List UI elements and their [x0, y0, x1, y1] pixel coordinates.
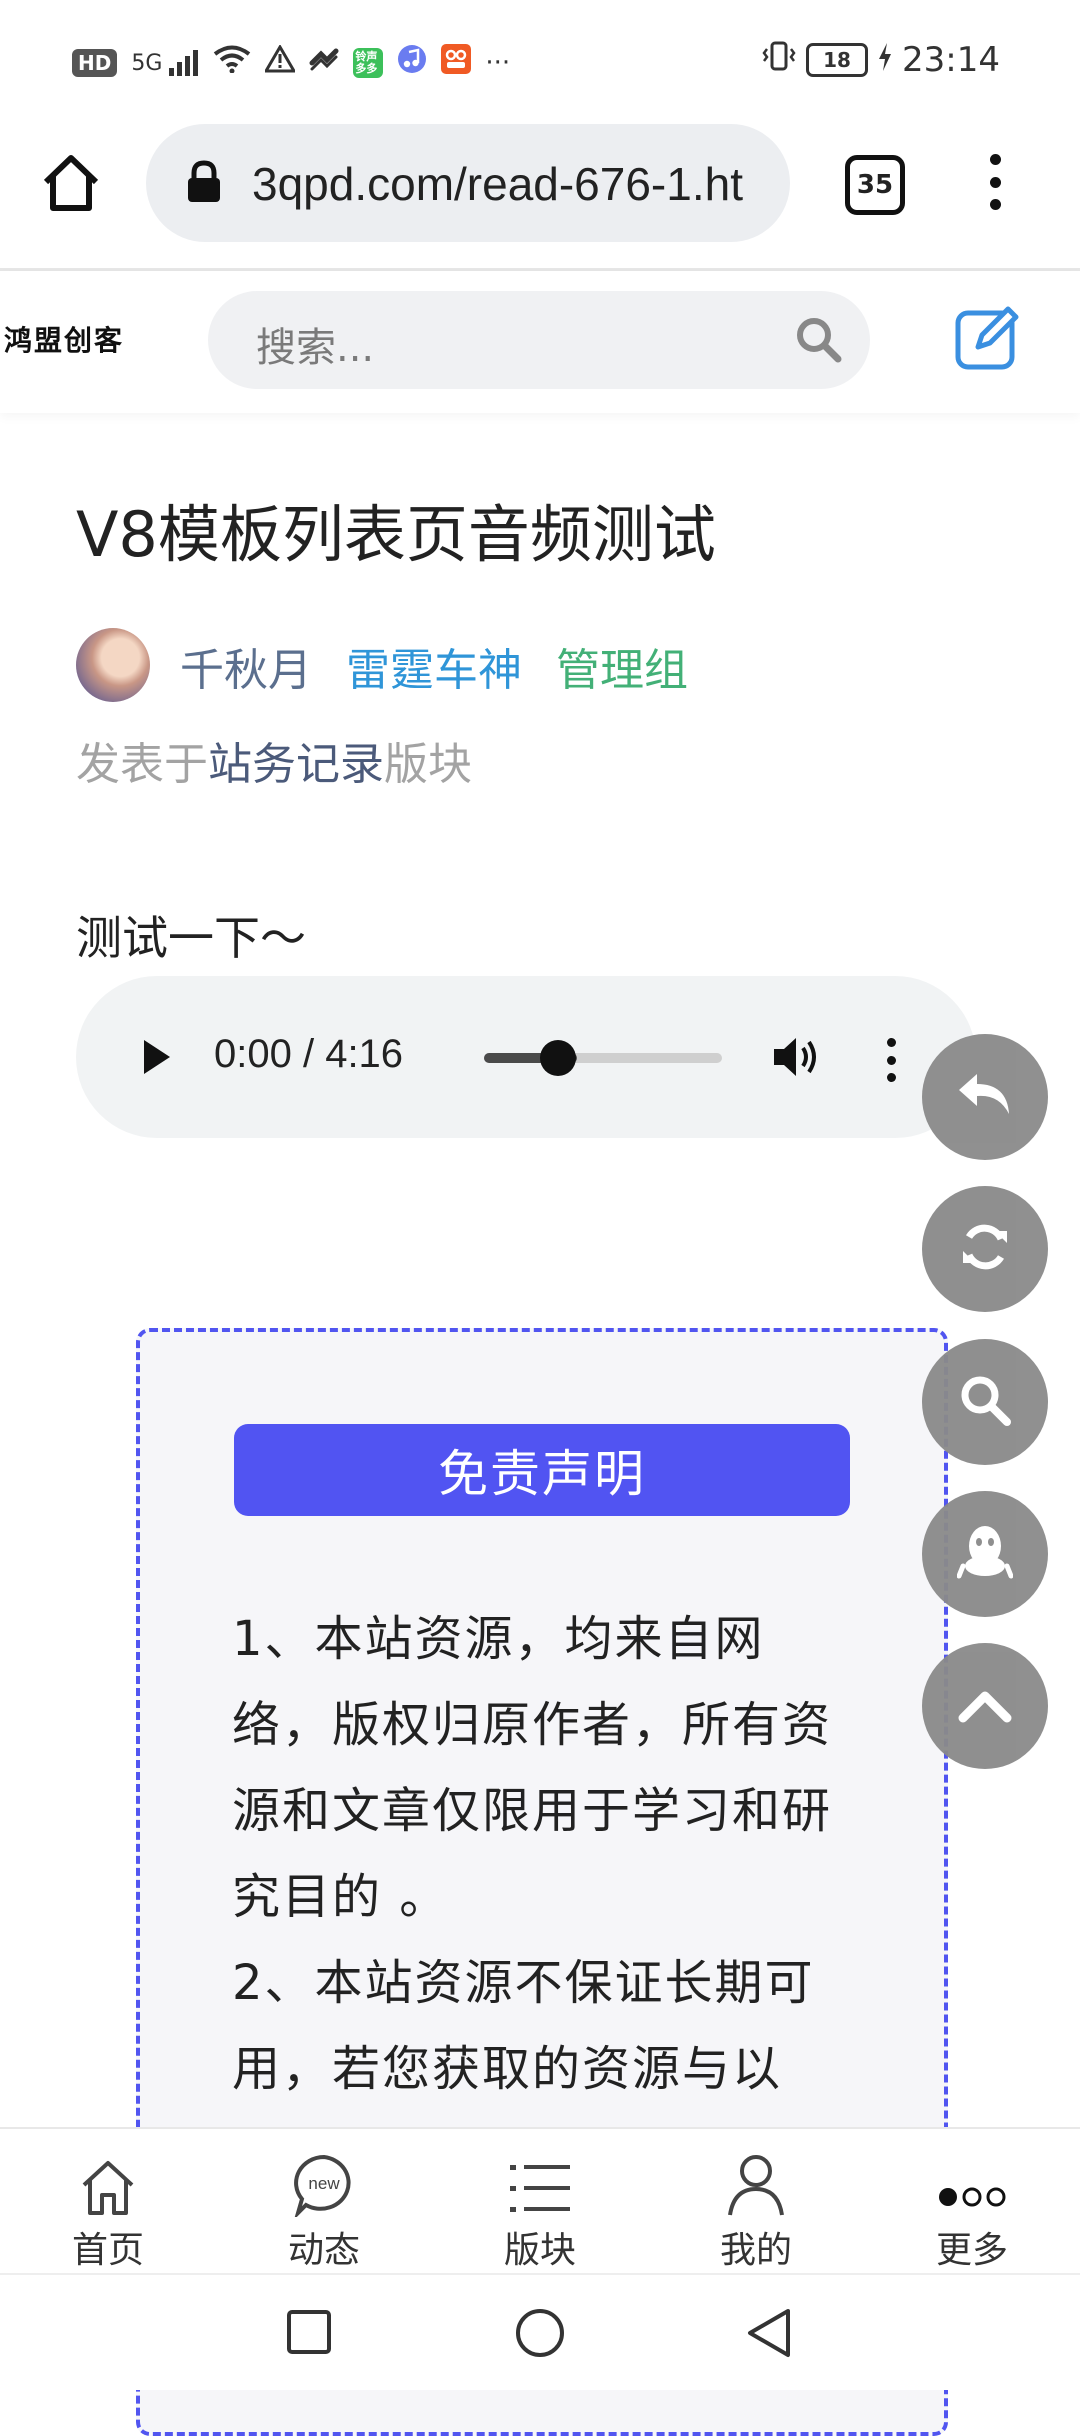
tab-label: 版块	[503, 2230, 576, 2271]
new-bubble-text: new	[308, 2174, 340, 2193]
disclaimer-text: 1、本站资源，均来自网络，版权归原作者，所有资源和文章仅限用于学习和研究目的 。…	[232, 1596, 862, 2112]
author-avatar[interactable]	[76, 628, 150, 702]
audio-seek-thumb[interactable]	[540, 1040, 576, 1076]
post-body-text: 测试一下～	[76, 911, 306, 965]
disclaimer-paragraph: 1、本站资源，均来自网络，版权归原作者，所有资源和文章仅限用于学习和研究目的 。	[232, 1611, 833, 1925]
qq-button[interactable]	[922, 1491, 1048, 1617]
signal-icon: 5G	[131, 49, 199, 76]
refresh-icon	[957, 1219, 1013, 1279]
search-icon	[957, 1372, 1013, 1432]
volume-icon[interactable]	[772, 1034, 822, 1084]
disclaimer-paragraph: 2、本站资源不保证长期可用，若您获取的资源与以	[232, 1955, 815, 2097]
qq-icon	[956, 1522, 1014, 1586]
browser-toolbar: 3qpd.com/read-676-1.ht 35	[0, 120, 1080, 271]
status-icons-left: HD 5G 铃声多多 ···	[72, 44, 510, 81]
tab-mine[interactable]: 我的	[648, 2129, 864, 2275]
vibrate-icon	[762, 40, 796, 80]
play-icon[interactable]	[140, 1038, 172, 1080]
tab-switcher-button[interactable]: 35	[845, 155, 905, 215]
warning-icon	[263, 44, 298, 80]
new-bubble-icon: new	[292, 2139, 356, 2217]
charging-icon	[878, 40, 892, 80]
search-button[interactable]	[922, 1339, 1048, 1465]
site-search-input[interactable]: 搜索...	[208, 291, 870, 389]
music-app-icon	[397, 44, 427, 81]
app-icon-tilde	[309, 45, 339, 80]
network-type-label: 5G	[131, 50, 163, 76]
audio-more-icon[interactable]	[886, 1038, 896, 1082]
author-name[interactable]: 千秋月	[180, 634, 312, 698]
url-text[interactable]: 3qpd.com/read-676-1.ht	[252, 157, 743, 211]
reply-icon	[955, 1070, 1015, 1124]
status-bar: HD 5G 铃声多多 ··· 18 23:14	[0, 0, 1080, 120]
address-bar[interactable]: 3qpd.com/read-676-1.ht	[146, 124, 790, 242]
search-icon[interactable]	[794, 315, 842, 367]
more-notifications-icon: ···	[485, 47, 511, 78]
recents-icon[interactable]	[286, 2309, 332, 2359]
list-icon	[508, 2139, 572, 2217]
chevron-up-icon	[957, 1684, 1013, 1728]
tab-label: 更多	[935, 2230, 1008, 2271]
status-icons-right: 18 23:14	[762, 40, 1000, 80]
user-icon	[726, 2139, 786, 2217]
home-circle-icon[interactable]	[514, 2307, 566, 2363]
admin-group-badge[interactable]: 管理组	[556, 634, 688, 698]
bottom-tab-bar: 首页 new 动态 版块 我的 更多	[0, 2127, 1080, 2275]
browser-menu-icon[interactable]	[980, 154, 1010, 210]
audio-progress-track[interactable]	[484, 1053, 722, 1063]
forum-link[interactable]: 站务记录	[208, 739, 384, 790]
system-nav-bar	[0, 2273, 1080, 2390]
tab-label: 首页	[71, 2230, 144, 2271]
ringtone-app-icon: 铃声多多	[353, 47, 384, 78]
tab-forums[interactable]: 版块	[432, 2129, 648, 2275]
posted-suffix: 版块	[384, 739, 472, 790]
article-title: V8模板列表页音频测试	[76, 498, 716, 571]
tab-home[interactable]: 首页	[0, 2129, 216, 2275]
battery-icon: 18	[806, 43, 869, 77]
author-info: 千秋月 雷霆车神 管理组	[180, 634, 688, 698]
audio-player: 0:00 / 4:16	[76, 976, 976, 1138]
back-to-top-button[interactable]	[922, 1643, 1048, 1769]
tab-label: 动态	[287, 2230, 360, 2271]
hd-badge: HD	[72, 48, 118, 77]
user-group-badge[interactable]: 雷霆车神	[346, 634, 522, 698]
audio-time: 0:00 / 4:16	[214, 1032, 404, 1076]
shopping-app-icon	[441, 44, 472, 81]
reply-button[interactable]	[922, 1034, 1048, 1160]
tab-activity[interactable]: new 动态	[216, 2129, 432, 2275]
site-header: 鸿盟创客 搜索...	[0, 271, 1080, 413]
clock: 23:14	[902, 40, 1000, 80]
tab-label: 我的	[719, 2230, 792, 2271]
posted-in-line: 发表于站务记录版块	[76, 728, 472, 792]
home-icon	[78, 2139, 138, 2217]
compose-icon[interactable]	[954, 303, 1022, 375]
refresh-button[interactable]	[922, 1186, 1048, 1312]
tab-more[interactable]: 更多	[864, 2129, 1080, 2275]
site-logo[interactable]: 鸿盟创客	[4, 319, 124, 359]
lock-icon[interactable]	[186, 160, 222, 208]
posted-prefix: 发表于	[76, 739, 208, 790]
back-triangle-icon[interactable]	[746, 2307, 792, 2363]
search-placeholder: 搜索...	[256, 325, 375, 371]
home-icon[interactable]	[40, 152, 102, 218]
disclaimer-title: 免责声明	[234, 1424, 850, 1516]
wifi-icon	[213, 45, 251, 80]
more-dots-icon	[936, 2139, 1008, 2217]
